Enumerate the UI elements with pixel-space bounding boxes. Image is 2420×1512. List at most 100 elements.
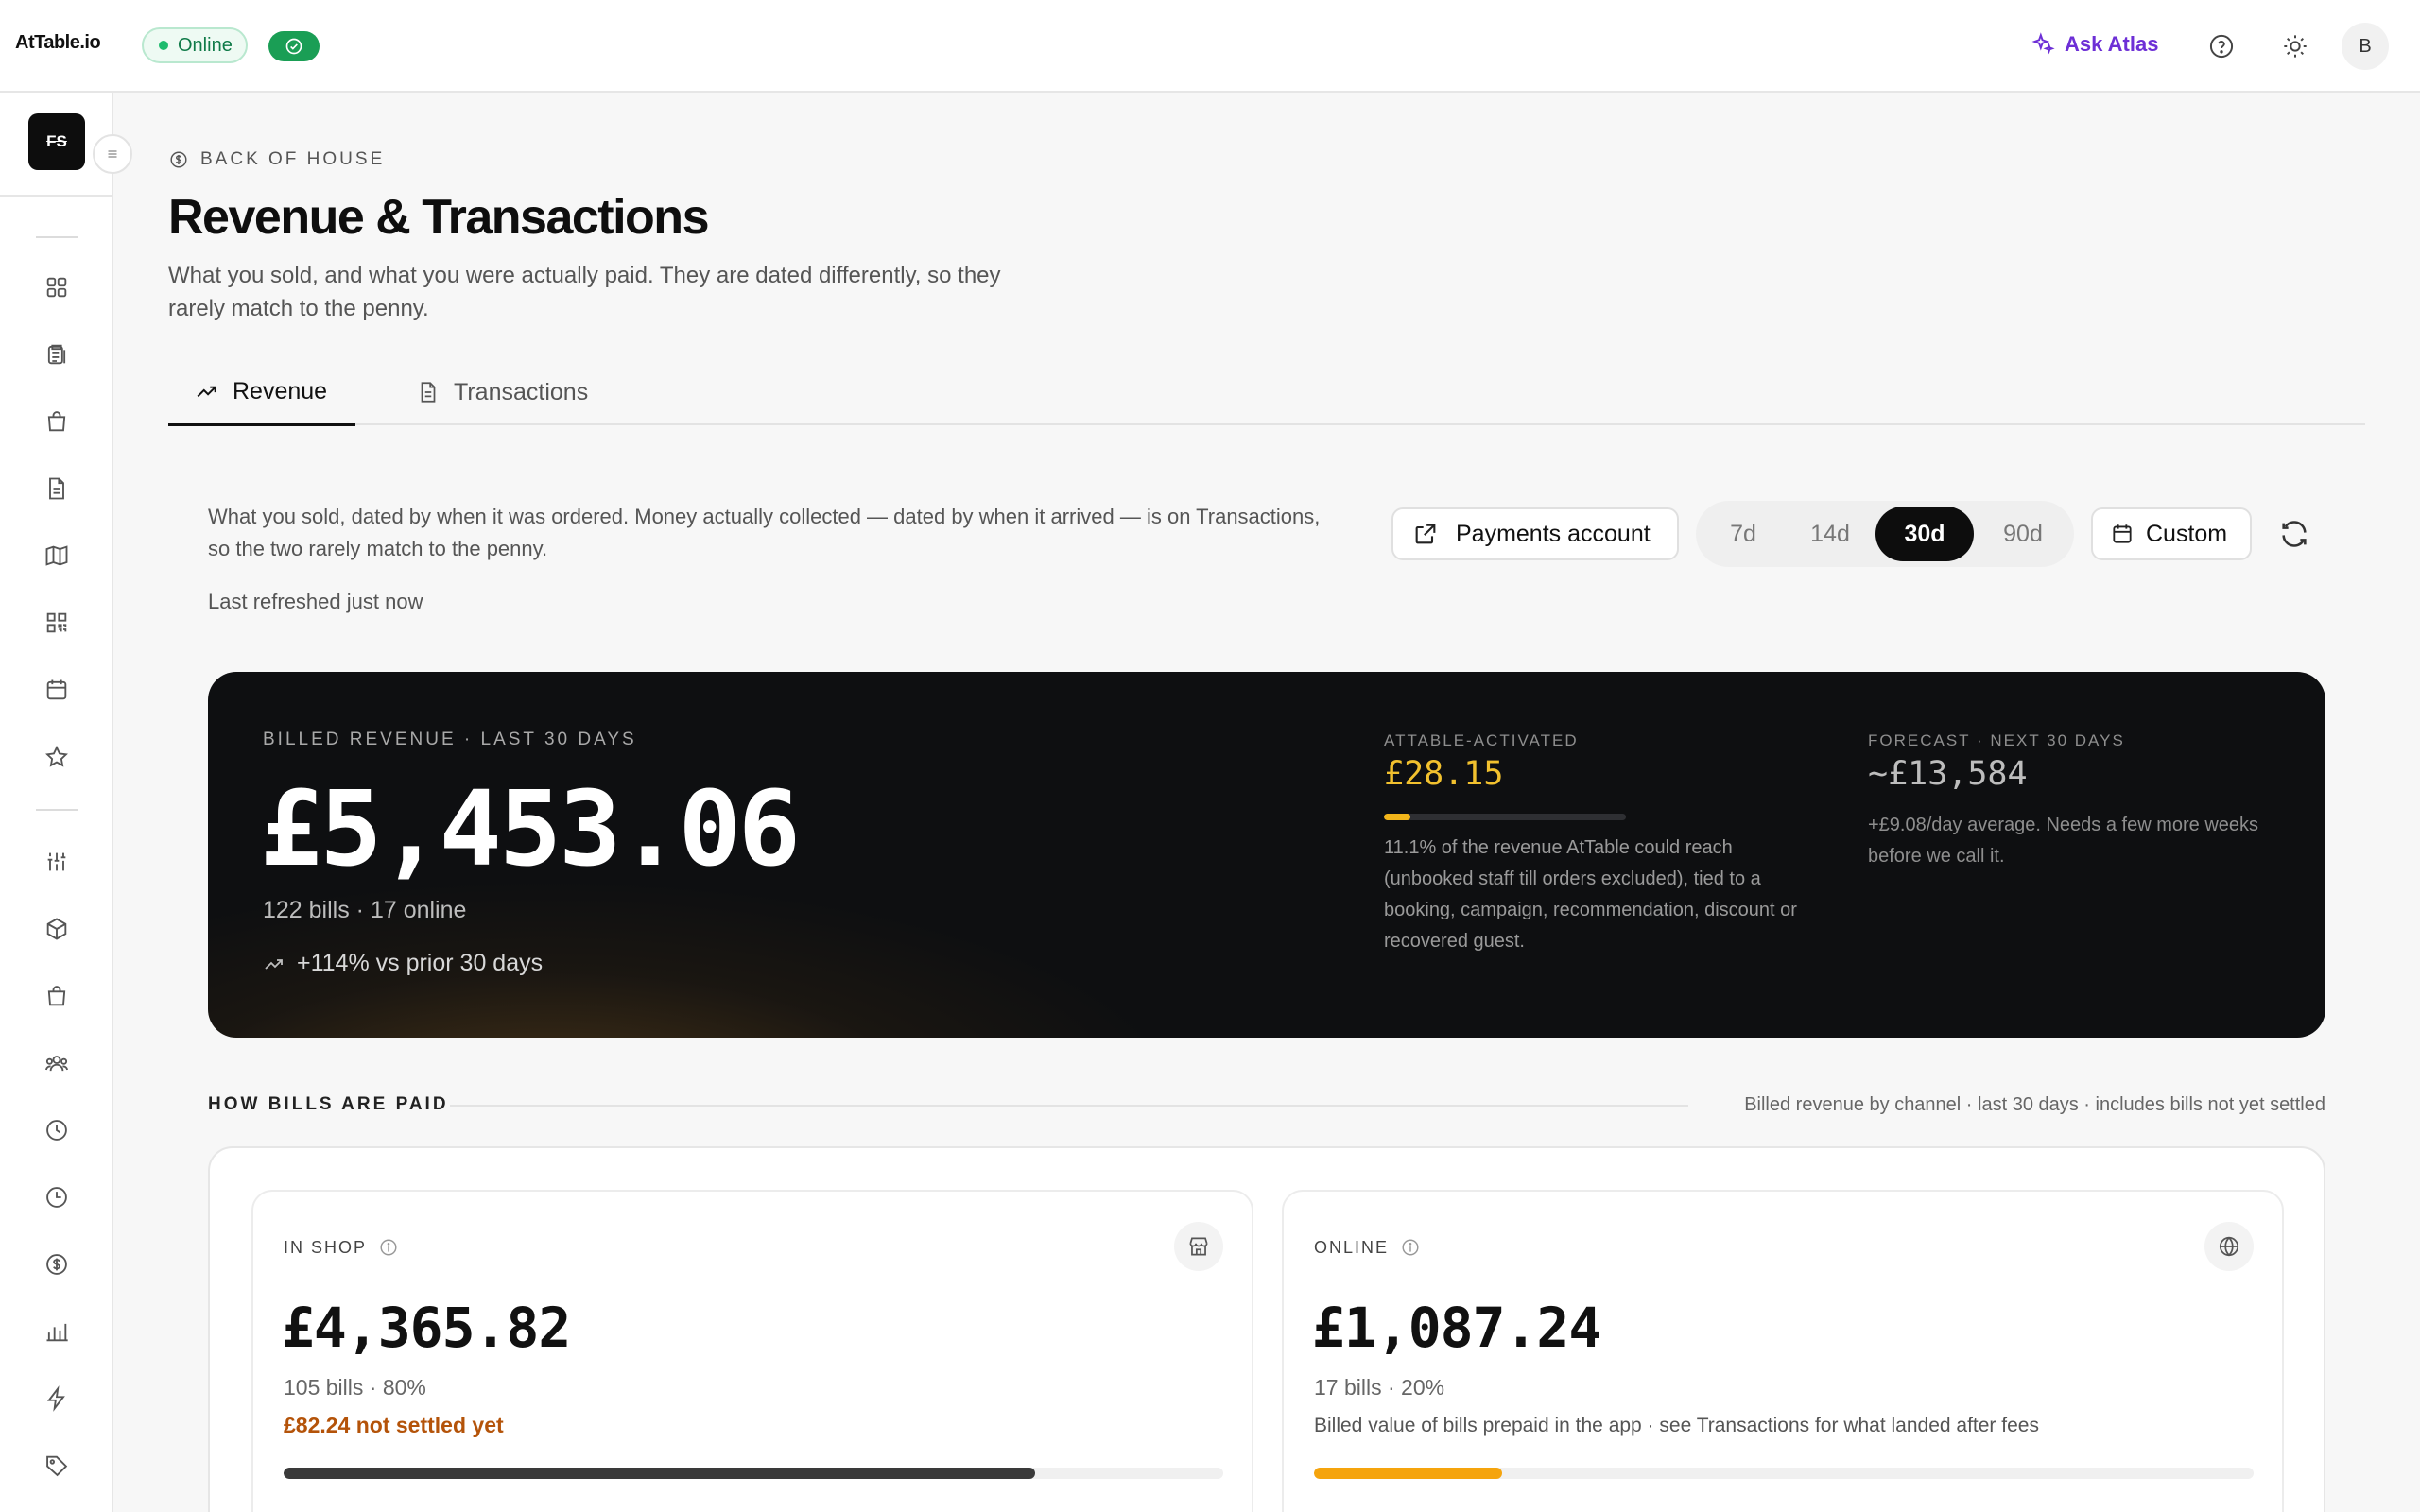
document-icon: [421, 382, 436, 403]
refresh-icon[interactable]: [2278, 518, 2310, 550]
page-title: Revenue & Transactions: [168, 190, 710, 245]
online-dot: [159, 41, 168, 50]
tab-revenue-label: Revenue: [233, 377, 328, 404]
lightning-icon[interactable]: [43, 1385, 70, 1412]
users-icon[interactable]: [43, 1050, 70, 1076]
revenue-trend: +114% vs prior 30 days: [263, 950, 543, 977]
forecast-description: +£9.08/day average. Needs a few more wee…: [1868, 815, 2259, 867]
shopping-bag-icon[interactable]: [43, 408, 70, 435]
range-90d[interactable]: 90d: [1979, 507, 2066, 561]
forecast-value: ~£13,584: [1868, 755, 2028, 793]
activated-description: 11.1% of the revenue AtTable could reach…: [1384, 837, 1797, 952]
activated-progress-bar: [1384, 814, 1626, 820]
document-icon[interactable]: [43, 475, 70, 502]
map-icon[interactable]: [43, 542, 70, 569]
info-icon[interactable]: [1400, 1237, 1421, 1258]
in-shop-share-bar: [284, 1468, 1223, 1479]
custom-range-button[interactable]: Custom: [2091, 507, 2252, 560]
online-value: £1,087.24: [1312, 1296, 1601, 1360]
range-7d[interactable]: 7d: [1703, 507, 1783, 561]
activated-progress-fill: [1384, 814, 1411, 820]
in-shop-label: IN SHOP: [284, 1237, 368, 1257]
online-status-label: Online: [178, 34, 233, 56]
billed-revenue-value: £5,453.06: [260, 768, 801, 889]
activated-eyebrow: ATTABLE-ACTIVATED: [1384, 731, 1579, 749]
sun-icon[interactable]: [2282, 33, 2308, 60]
date-range-selector: 7d 14d 30d 90d: [1696, 501, 2074, 567]
calendar-icon[interactable]: [43, 677, 70, 703]
clock-icon[interactable]: [43, 1184, 70, 1211]
last-refreshed-text: Last refreshed just now: [208, 590, 424, 613]
collapse-icon: [108, 150, 117, 158]
section-title: HOW BILLS ARE PAID: [208, 1094, 449, 1114]
store-icon-badge: [1174, 1222, 1223, 1271]
top-bar: AtTable.io Online Ask Atlas B: [0, 0, 2420, 93]
user-avatar[interactable]: B: [2342, 23, 2389, 70]
page-subtitle: What you sold, and what you were actuall…: [168, 263, 1001, 321]
globe-icon-badge: [2204, 1222, 2254, 1271]
online-share-bar: [1314, 1468, 2254, 1479]
dollar-circle-icon: [170, 151, 187, 168]
online-eyebrow: ONLINE: [1314, 1237, 1421, 1258]
online-label: ONLINE: [1314, 1237, 1390, 1257]
page-eyebrow-label: BACK OF HOUSE: [200, 149, 386, 169]
star-icon[interactable]: [43, 744, 70, 770]
custom-range-label: Custom: [2146, 520, 2228, 547]
sidebar-divider: [36, 809, 78, 811]
hero-eyebrow: BILLED REVENUE · LAST 30 DAYS: [263, 730, 637, 749]
globe-icon: [2219, 1236, 2239, 1257]
online-share-fill: [1314, 1468, 1502, 1479]
brand-logo[interactable]: AtTable.io: [15, 32, 101, 54]
calendar-icon: [2113, 524, 2132, 543]
ask-atlas-label: Ask Atlas: [2065, 32, 2159, 56]
in-shop-value: £4,365.82: [282, 1296, 571, 1360]
store-icon: [1189, 1237, 1208, 1256]
channels-panel: IN SHOP £4,365.82 105 bills · 80% £82.24…: [208, 1146, 2325, 1512]
venue-logo[interactable]: FS: [28, 113, 85, 170]
qr-code-icon[interactable]: [43, 610, 70, 636]
in-shop-eyebrow: IN SHOP: [284, 1237, 399, 1258]
tab-revenue[interactable]: Revenue: [168, 359, 356, 426]
page-tabs: Revenue Transactions: [168, 359, 2365, 426]
payments-account-label: Payments account: [1456, 520, 1651, 547]
sidebar-collapse-button[interactable]: [93, 134, 132, 174]
section-note: Billed revenue by channel · last 30 days…: [1744, 1094, 2325, 1115]
shopping-bag-icon[interactable]: [43, 983, 70, 1009]
in-shop-card: IN SHOP £4,365.82 105 bills · 80% £82.24…: [251, 1190, 1253, 1512]
dollar-circle-icon[interactable]: [43, 1251, 70, 1278]
ask-atlas-button[interactable]: Ask Atlas: [2031, 32, 2158, 57]
in-shop-meta: 105 bills · 80%: [284, 1375, 426, 1400]
help-icon[interactable]: [2208, 33, 2235, 60]
tab-transactions[interactable]: Transactions: [389, 359, 616, 425]
range-30d[interactable]: 30d: [1876, 507, 1974, 561]
online-note: Billed value of bills prepaid in the app…: [1314, 1415, 2039, 1436]
clipboard-list-icon[interactable]: [43, 341, 70, 368]
in-shop-unsettled: £82.24 not settled yet: [284, 1413, 504, 1437]
trending-up-icon: [265, 958, 283, 970]
bar-chart-icon[interactable]: [43, 1318, 70, 1345]
billed-revenue-meta: 122 bills · 17 online: [263, 897, 467, 923]
billed-revenue-hero: BILLED REVENUE · LAST 30 DAYS £5,453.06 …: [208, 672, 2325, 1038]
tab-transactions-label: Transactions: [454, 378, 589, 405]
package-icon[interactable]: [43, 916, 70, 942]
info-icon[interactable]: [378, 1237, 399, 1258]
revenue-intro: What you sold, dated by when it was orde…: [208, 505, 1321, 560]
in-shop-share-fill: [284, 1468, 1036, 1479]
online-status-badge: Online: [142, 27, 248, 63]
page-eyebrow: BACK OF HOUSE: [168, 149, 385, 170]
range-14d[interactable]: 14d: [1790, 507, 1870, 561]
clock-icon[interactable]: [43, 1117, 70, 1143]
check-status-badge[interactable]: [268, 31, 320, 61]
online-card: ONLINE £1,087.24 17 bills · 20% Billed v…: [1282, 1190, 2284, 1512]
section-divider: [450, 1105, 1688, 1107]
tag-icon[interactable]: [43, 1452, 70, 1479]
payments-account-button[interactable]: Payments account: [1392, 507, 1679, 560]
sliders-icon[interactable]: [43, 849, 70, 875]
check-circle-icon: [285, 38, 302, 55]
external-link-icon: [1415, 524, 1436, 544]
sparkles-icon: [2031, 32, 2055, 55]
activated-value: £28.15: [1384, 755, 1504, 793]
dashboard-grid-icon[interactable]: [43, 274, 70, 301]
forecast-eyebrow: FORECAST · NEXT 30 DAYS: [1868, 731, 2125, 749]
revenue-trend-label: +114% vs prior 30 days: [297, 950, 544, 976]
